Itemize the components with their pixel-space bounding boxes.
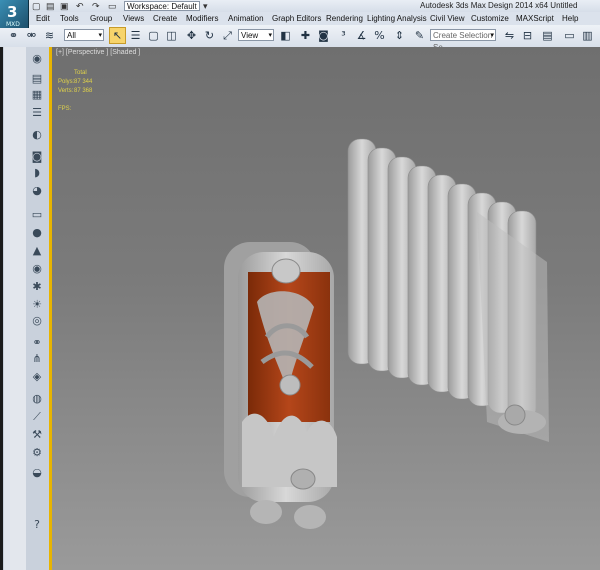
- link-icon[interactable]: ⚭: [29, 336, 45, 350]
- particle-icon[interactable]: ✱: [29, 280, 45, 294]
- menu-tools[interactable]: Tools: [60, 12, 79, 25]
- selection-filter-value: All: [67, 31, 76, 40]
- percent-snap-icon[interactable]: %: [372, 28, 387, 43]
- material-icon[interactable]: ◕: [29, 184, 45, 198]
- save-file-icon[interactable]: ▣: [60, 0, 69, 12]
- unlink-icon[interactable]: ⚮: [24, 28, 39, 43]
- angle-snap-icon[interactable]: ∡: [354, 28, 369, 43]
- link-icon[interactable]: ⚭: [6, 28, 21, 43]
- menu-edit[interactable]: Edit: [36, 12, 50, 25]
- camera-icon[interactable]: ◙: [29, 150, 45, 164]
- select-by-name-icon[interactable]: ☰: [128, 28, 143, 43]
- eye-icon[interactable]: ◉: [29, 262, 45, 276]
- cone-icon[interactable]: ▲: [29, 244, 45, 258]
- rotate-icon[interactable]: ↻: [202, 28, 217, 43]
- new-file-icon[interactable]: ▢: [32, 0, 41, 12]
- globe-icon[interactable]: ◍: [29, 392, 45, 406]
- left-frame: [0, 47, 3, 570]
- circle-icon[interactable]: ◎: [29, 314, 45, 328]
- fps-label: FPS:: [58, 106, 72, 112]
- large-radiator[interactable]: [347, 138, 549, 442]
- menu-help[interactable]: Help: [562, 12, 578, 25]
- viewport-scene: [224, 138, 549, 529]
- cursor-icon: ↖: [112, 29, 123, 42]
- redo-icon[interactable]: ↷: [92, 0, 100, 12]
- menu-maxscript[interactable]: MAXScript: [516, 12, 554, 25]
- menu-lighting-analysis[interactable]: Lighting Analysis: [367, 12, 427, 25]
- menu-bar: Edit Tools Group Views Create Modifiers …: [0, 12, 600, 26]
- verts-value: 87 368: [74, 88, 93, 94]
- undo-icon[interactable]: ↶: [76, 0, 84, 12]
- reference-coordinate-dropdown[interactable]: View ▾: [238, 29, 274, 41]
- application-button[interactable]: 3 MXD: [0, 0, 29, 28]
- menu-animation[interactable]: Animation: [228, 12, 264, 25]
- max-logo-icon: 3: [7, 3, 18, 21]
- workspace-dropdown[interactable]: Workspace: Default: [124, 1, 200, 11]
- wrench-icon[interactable]: ⚙: [29, 446, 45, 460]
- move-icon[interactable]: ✥: [184, 28, 199, 43]
- polys-label: Polys:: [58, 79, 75, 85]
- align-icon[interactable]: ⊟: [520, 28, 535, 43]
- window-title: Autodesk 3ds Max Design 2014 x64 Untitle…: [420, 1, 578, 10]
- modifier-icon[interactable]: ◈: [29, 370, 45, 384]
- box-icon[interactable]: ▭: [29, 208, 45, 222]
- window-crossing-icon[interactable]: ◫: [164, 28, 179, 43]
- bone-icon[interactable]: ⟋: [29, 410, 45, 424]
- verts-label: Verts:: [58, 88, 74, 94]
- keyboard-shortcut-icon[interactable]: ◙: [316, 28, 331, 43]
- scene-explorer-icon[interactable]: ▦: [29, 88, 45, 102]
- edit-named-selection-icon[interactable]: ✎: [412, 28, 427, 43]
- teapot-icon[interactable]: ◒: [29, 466, 45, 480]
- main-toolbar: ⚭ ⚮ ≋ All ▾ ↖ ☰ ▢ ◫ ✥ ↻ ⤢ View ▾ ◧ ✚ ◙ ³ ∡…: [0, 25, 600, 52]
- viewport-label[interactable]: [+] [Perspective ] [Shaded ]: [56, 49, 140, 56]
- menu-create[interactable]: Create: [153, 12, 177, 25]
- statistics-overlay: Total Polys: 87 344 Verts: 87 368 FPS:: [58, 69, 92, 133]
- chevron-down-icon: ▾: [268, 32, 272, 39]
- mirror-icon[interactable]: ⇋: [502, 28, 517, 43]
- chevron-down-icon: ▾: [98, 32, 102, 39]
- light-bulb-icon[interactable]: ◐: [29, 128, 45, 142]
- menu-group[interactable]: Group: [90, 12, 112, 25]
- project-folder-icon[interactable]: ▭: [108, 0, 117, 12]
- menu-civil-view[interactable]: Civil View: [430, 12, 465, 25]
- viewport-icon[interactable]: ◉: [29, 52, 45, 66]
- reference-coordinate-value: View: [241, 31, 259, 40]
- menu-rendering[interactable]: Rendering: [326, 12, 363, 25]
- pivot-center-icon[interactable]: ◧: [278, 28, 293, 43]
- menu-modifiers[interactable]: Modifiers: [186, 12, 218, 25]
- perspective-viewport[interactable]: [+] [Perspective ] [Shaded ] Total Polys…: [52, 47, 600, 570]
- snap-toggle-icon[interactable]: ³: [336, 28, 351, 43]
- logo-text: MXD: [6, 21, 20, 28]
- curve-editor-icon[interactable]: ▭: [562, 28, 577, 43]
- select-manipulate-icon[interactable]: ✚: [298, 28, 313, 43]
- left-secondary-strip: [4, 47, 26, 570]
- menu-graph-editors[interactable]: Graph Editors: [272, 12, 321, 25]
- named-selection-set-dropdown[interactable]: Create Selection Se▾: [430, 29, 496, 52]
- help-icon[interactable]: ?: [29, 518, 45, 532]
- selection-filter-dropdown[interactable]: All ▾: [64, 29, 104, 41]
- menu-customize[interactable]: Customize: [471, 12, 509, 25]
- small-radiator[interactable]: [224, 242, 337, 529]
- chevron-down-icon[interactable]: ▾: [203, 0, 208, 12]
- list-icon[interactable]: ☰: [29, 106, 45, 120]
- menu-views[interactable]: Views: [123, 12, 144, 25]
- utility-icon[interactable]: ⚒: [29, 428, 45, 442]
- polys-value: 87 344: [74, 79, 93, 85]
- open-file-icon[interactable]: ▤: [46, 0, 55, 12]
- display-icon[interactable]: ◗: [29, 166, 45, 180]
- sun-icon[interactable]: ☀: [29, 298, 45, 312]
- schematic-view-icon[interactable]: ▥: [580, 28, 595, 43]
- hierarchy-icon[interactable]: ⋔: [29, 352, 45, 366]
- chevron-down-icon: ▾: [490, 32, 494, 39]
- layer-manager-icon[interactable]: ▤: [540, 28, 555, 43]
- layers-icon[interactable]: ▤: [29, 72, 45, 86]
- rectangular-selection-icon[interactable]: ▢: [146, 28, 161, 43]
- scale-icon[interactable]: ⤢: [220, 28, 235, 43]
- spinner-snap-icon[interactable]: ⇕: [392, 28, 407, 43]
- sphere-icon[interactable]: ●: [29, 226, 45, 240]
- stats-header: Total: [74, 70, 87, 76]
- bind-space-warp-icon[interactable]: ≋: [42, 28, 57, 43]
